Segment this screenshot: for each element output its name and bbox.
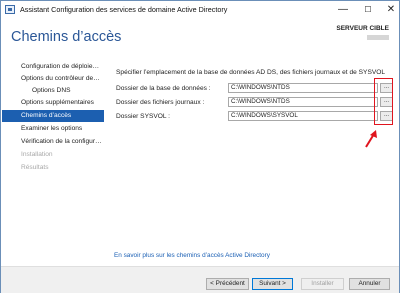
nav-item-prerequisites-check[interactable]: Vérification de la configur…	[2, 136, 104, 148]
page-title: Chemins d’accès	[11, 29, 122, 45]
nav-item-installation: Installation	[21, 151, 53, 158]
nav-item-deployment-configuration[interactable]: Configuration de déploie…	[2, 61, 104, 73]
database-folder-input[interactable]: C:\WINDOWS\NTDS	[228, 83, 378, 93]
window-title: Assistant Configuration des services de …	[20, 5, 228, 14]
browse-buttons-highlight	[374, 78, 393, 125]
minimize-button[interactable]: —	[331, 2, 355, 18]
wizard-header: Chemins d’accès SERVEUR CIBLE	[1, 19, 399, 55]
nav-item-results: Résultats	[21, 164, 49, 171]
cancel-button[interactable]: Annuler	[349, 278, 390, 290]
database-folder-label: Dossier de la base de données :	[116, 85, 211, 92]
nav-item-additional-options[interactable]: Options supplémentaires	[2, 97, 104, 109]
red-arrow-icon	[365, 130, 377, 148]
nav-item-domain-controller-options[interactable]: Options du contrôleur de…	[2, 73, 104, 85]
app-icon	[5, 5, 15, 14]
sysvol-folder-input[interactable]: C:\WINDOWS\SYSVOL	[228, 111, 378, 121]
close-button[interactable]: ✕	[379, 2, 400, 18]
target-server-label: SERVEUR CIBLE	[336, 25, 389, 32]
sysvol-folder-label: Dossier SYSVOL :	[116, 113, 170, 120]
wizard-navigation: Configuration de déploie… Options du con…	[2, 56, 104, 256]
next-button[interactable]: Suivant >	[252, 278, 293, 290]
target-server-name-redacted	[367, 35, 389, 40]
previous-button[interactable]: < Précédent	[206, 278, 249, 290]
wizard-window: Assistant Configuration des services de …	[0, 0, 400, 293]
wizard-footer: < Précédent Suivant > Installer Annuler	[1, 266, 399, 293]
maximize-button[interactable]: ☐	[356, 2, 380, 18]
log-files-folder-input[interactable]: C:\WINDOWS\NTDS	[228, 97, 378, 107]
help-link[interactable]: En savoir plus sur les chemins d’accès A…	[114, 252, 270, 259]
log-files-folder-label: Dossier des fichiers journaux :	[116, 99, 205, 106]
nav-item-review-options[interactable]: Examiner les options	[2, 123, 104, 135]
install-button: Installer	[301, 278, 344, 290]
paths-panel: Spécifier l’emplacement de la base de do…	[111, 56, 393, 266]
nav-item-dns-options[interactable]: Options DNS	[2, 85, 104, 97]
nav-item-paths[interactable]: Chemins d’accès	[2, 110, 104, 122]
title-bar[interactable]: Assistant Configuration des services de …	[1, 1, 399, 19]
instruction-text: Spécifier l’emplacement de la base de do…	[116, 69, 386, 76]
